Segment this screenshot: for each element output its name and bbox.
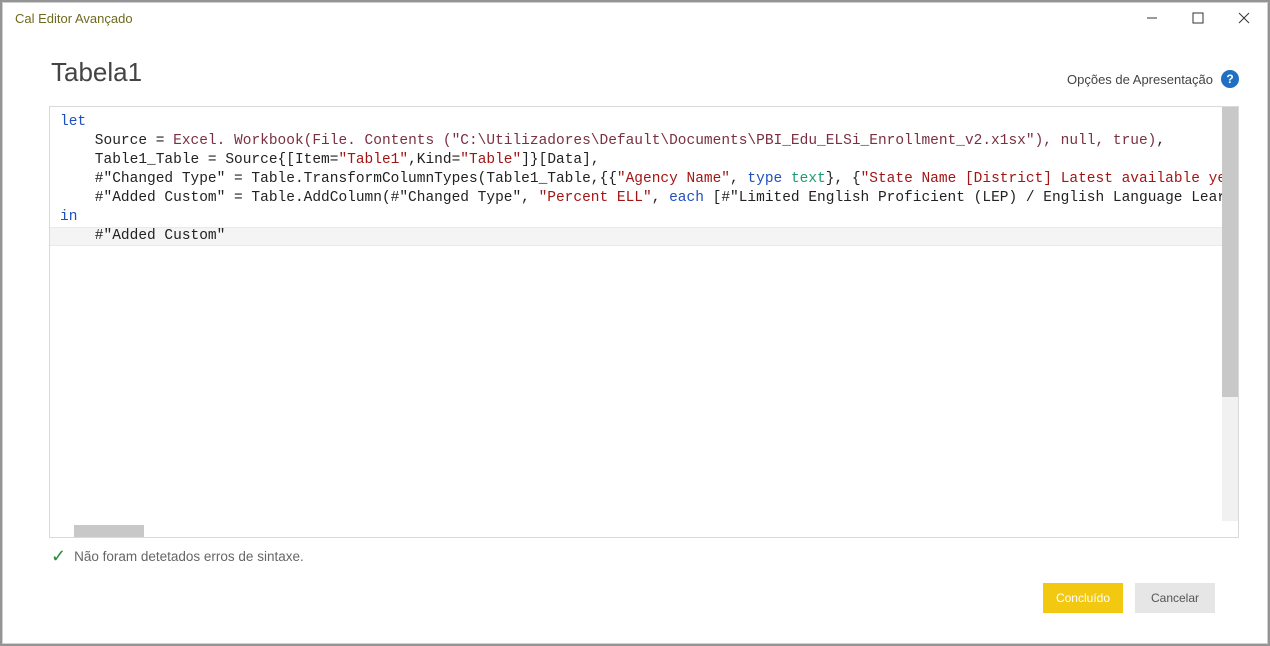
code-str: "Agency Name": [617, 171, 730, 187]
code-text: #"Changed Type" = Table.TransformColumnT…: [60, 171, 617, 187]
window: Cal Editor Avançado Tabela1 Opções de Ap…: [2, 2, 1268, 644]
display-options-label: Opções de Apresentação: [1067, 72, 1213, 87]
code-text: ]}[Data],: [521, 152, 599, 168]
code-editor[interactable]: let Source = Excel. Workbook(File. Conte…: [49, 106, 1239, 538]
display-options[interactable]: Opções de Apresentação ?: [1067, 70, 1239, 88]
code-text: ,: [1156, 133, 1165, 149]
code-kw: each: [669, 190, 704, 206]
code-kw: type: [747, 171, 782, 187]
status-message: Não foram detetados erros de sintaxe.: [74, 549, 304, 564]
help-icon[interactable]: ?: [1221, 70, 1239, 88]
code-text: Table1_Table = Source{[Item=: [60, 152, 338, 168]
cancel-button[interactable]: Cancelar: [1135, 583, 1215, 613]
page-title: Tabela1: [51, 57, 142, 88]
close-button[interactable]: [1221, 3, 1267, 33]
code-text: [#"Limited English Proficient (LEP) / En…: [704, 190, 1222, 206]
close-icon: [1238, 12, 1250, 24]
code-text: ,Kind=: [408, 152, 460, 168]
horizontal-scrollbar-thumb[interactable]: [74, 525, 144, 537]
vertical-scrollbar-thumb[interactable]: [1222, 107, 1238, 397]
code-type: text: [791, 171, 826, 187]
code-text: ,: [652, 190, 669, 206]
code-text: [782, 171, 791, 187]
maximize-icon: [1192, 12, 1204, 24]
done-button[interactable]: Concluído: [1043, 583, 1123, 613]
code-text: }, {: [826, 171, 861, 187]
code-kw-in: in: [60, 209, 77, 225]
code-text: #"Added Custom" = Table.AddColumn(#"Chan…: [60, 190, 539, 206]
horizontal-scrollbar[interactable]: [50, 521, 1222, 537]
button-row: Concluído Cancelar: [31, 567, 1239, 631]
vertical-scrollbar[interactable]: [1222, 107, 1238, 521]
code-str: "State Name [District] Latest available …: [861, 171, 1222, 187]
content-area: Tabela1 Opções de Apresentação ? let Sou…: [3, 33, 1267, 643]
header-row: Tabela1 Opções de Apresentação ?: [31, 57, 1239, 88]
check-icon: ✓: [51, 546, 66, 567]
code-str: "Table1": [338, 152, 408, 168]
maximize-button[interactable]: [1175, 3, 1221, 33]
code-text: #"Added Custom": [60, 228, 225, 244]
window-controls: [1129, 3, 1267, 33]
minimize-button[interactable]: [1129, 3, 1175, 33]
code-kw-let: let: [60, 114, 86, 130]
code-content[interactable]: let Source = Excel. Workbook(File. Conte…: [50, 107, 1222, 521]
status-row: ✓ Não foram detetados erros de sintaxe.: [31, 538, 1239, 567]
minimize-icon: [1146, 12, 1158, 24]
code-fn: Excel. Workbook(File. Contents ("C:\Util…: [173, 133, 1156, 149]
code-text: ,: [730, 171, 747, 187]
code-str: "Table": [460, 152, 521, 168]
code-text: Source =: [60, 133, 173, 149]
titlebar: Cal Editor Avançado: [3, 3, 1267, 33]
window-title: Cal Editor Avançado: [15, 11, 133, 26]
code-str: "Percent ELL": [539, 190, 652, 206]
